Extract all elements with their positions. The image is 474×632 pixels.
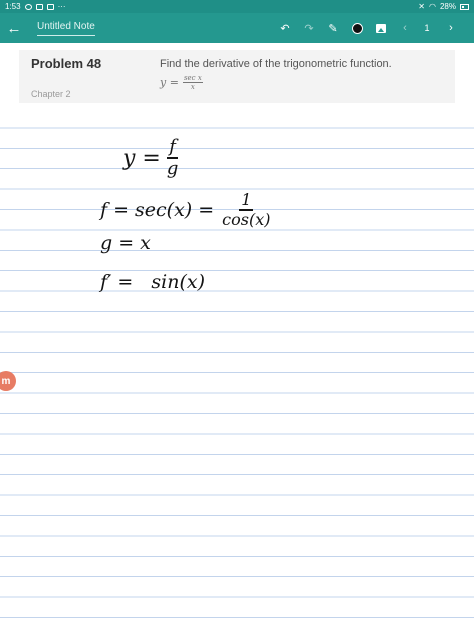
problem-formula: y = sec x x xyxy=(160,74,203,91)
gallery-notification-icon xyxy=(35,3,43,10)
handwriting-line-1: y = f g xyxy=(123,138,178,178)
undo-icon[interactable]: ↶ xyxy=(274,13,296,43)
note-title[interactable]: Untitled Note xyxy=(37,21,95,36)
handwriting-line-3: g = x xyxy=(100,232,151,254)
app-toolbar: ← Untitled Note ↶ ↷ ✎ ‹ 1 › xyxy=(0,13,474,43)
hw-line2-num: 1 xyxy=(239,190,254,211)
hw-line1-den: g xyxy=(166,158,179,179)
insert-image-glyph xyxy=(376,23,386,33)
hw-line2-lhs: f = sec(x) = xyxy=(100,199,215,221)
wifi-icon: ◠ xyxy=(429,2,436,11)
chapter-label: Chapter 2 xyxy=(31,89,71,99)
ruled-paper[interactable] xyxy=(0,108,474,632)
image-icon[interactable] xyxy=(370,13,392,43)
pen-color-swatch xyxy=(351,22,363,34)
back-arrow-icon[interactable]: ← xyxy=(0,13,28,43)
handwriting-line-2: f = sec(x) = 1 cos(x) xyxy=(100,192,270,228)
status-more: ··· xyxy=(57,2,66,11)
page-number: 1 xyxy=(424,23,430,33)
formula-fraction: sec x x xyxy=(182,74,203,91)
hw-line1-num: f xyxy=(167,136,178,159)
pen-icon[interactable]: ✎ xyxy=(322,13,344,43)
toolbar-tools: ↶ ↷ ✎ ‹ 1 › xyxy=(272,13,462,43)
prev-page-icon[interactable]: ‹ xyxy=(394,13,416,43)
problem-title: Problem 48 xyxy=(31,56,102,71)
problem-question: Find the derivative of the trigonometric… xyxy=(160,58,392,70)
hw-line2-den: cos(x) xyxy=(222,210,271,229)
redo-icon[interactable]: ↷ xyxy=(298,13,320,43)
status-bar: 1:53 ··· ✕ ◠ 28% xyxy=(0,0,474,13)
battery-icon xyxy=(460,3,469,10)
mute-icon: ✕ xyxy=(418,2,425,11)
status-time: 1:53 xyxy=(5,2,21,11)
hw-line1-fraction: f g xyxy=(167,138,179,178)
formula-numerator: sec x xyxy=(182,74,203,83)
notification-icon xyxy=(24,3,32,10)
handwriting-line-4: f′ = sin(x) xyxy=(100,271,206,293)
mail-notification-icon xyxy=(46,3,54,10)
hw-line1-lhs: y = xyxy=(123,145,161,171)
next-page-icon[interactable]: › xyxy=(440,13,462,43)
color-picker-icon[interactable] xyxy=(346,13,368,43)
hw-line2-fraction: 1 cos(x) xyxy=(222,192,270,228)
problem-card: Problem 48 Chapter 2 Find the derivative… xyxy=(19,50,455,103)
formula-lhs: y = xyxy=(160,76,179,89)
formula-denominator: x xyxy=(190,83,195,91)
battery-percent: 28% xyxy=(439,2,456,11)
